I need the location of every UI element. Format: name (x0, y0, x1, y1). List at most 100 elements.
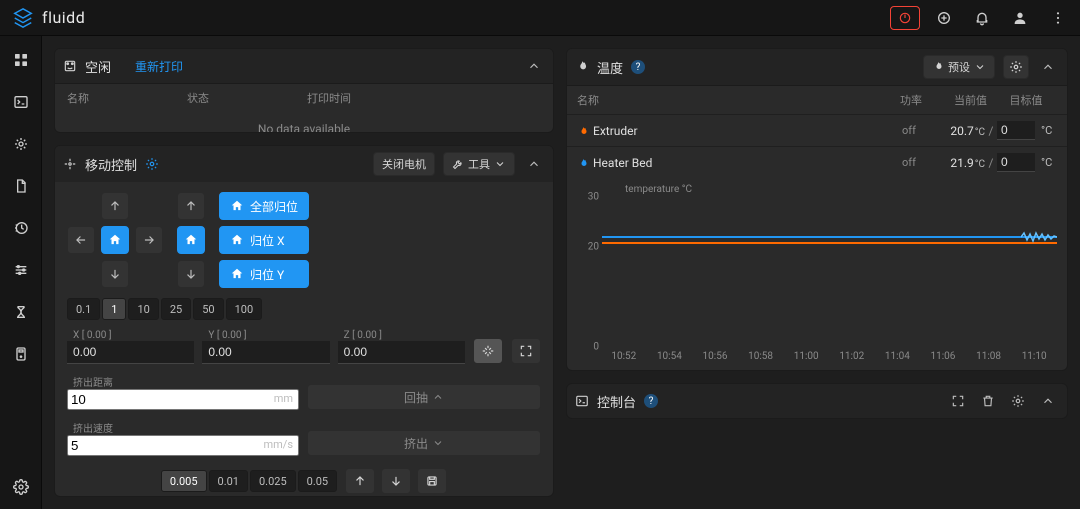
z-offset-down-button[interactable] (381, 468, 411, 494)
z-offset-buttons (345, 468, 447, 494)
home-y-button[interactable]: 归位 Y (219, 260, 309, 288)
sidebar-console[interactable] (7, 88, 35, 116)
z-offset-step-group: 0.005 0.01 0.025 0.05 (161, 470, 337, 492)
jog-x-minus[interactable] (67, 226, 95, 254)
sidebar-jobs[interactable] (7, 172, 35, 200)
jog-y-plus[interactable] (101, 192, 129, 220)
z-offset-up-button[interactable] (345, 468, 375, 494)
console-fullscreen-button[interactable] (947, 390, 969, 412)
jog-z-minus[interactable] (177, 260, 205, 288)
left-column: 空闲 重新打印 名称 状态 打印时间 No data available (54, 48, 554, 497)
sidebar-system[interactable] (7, 340, 35, 368)
motors-off-button[interactable]: 关闭电机 (373, 152, 435, 176)
temperature-chart: temperature °C 30 20 0 (567, 178, 1067, 370)
temp-target-input-0[interactable] (997, 121, 1035, 140)
temp-row-extruder: Extruder off 20.7°C / °C (567, 114, 1067, 146)
temp-name-1: Heater Bed (593, 156, 652, 170)
sidebar-tune[interactable] (7, 256, 35, 284)
temp-name-0: Extruder (593, 124, 638, 138)
zoff-chip-2[interactable]: 0.025 (250, 470, 296, 492)
home-z-button[interactable] (177, 226, 205, 254)
z-offset-row: 0.005 0.01 0.025 0.05 (67, 468, 541, 494)
dist-2[interactable]: 10 (128, 298, 158, 320)
top-actions (890, 6, 1072, 30)
sidebar-settings[interactable] (7, 473, 35, 501)
toolhead-title: 移动控制 (85, 155, 137, 174)
tools-dropdown[interactable]: 工具 (443, 152, 515, 176)
zoff-chip-3[interactable]: 0.05 (298, 470, 337, 492)
chart-y-axis: 30 20 0 (577, 197, 601, 347)
home-all-button[interactable]: 全部归位 (219, 192, 309, 220)
temp-power-0: off (891, 124, 927, 137)
zoff-chip-0[interactable]: 0.005 (161, 470, 207, 492)
chart-title: temperature °C (625, 184, 1057, 195)
console-settings-button[interactable] (1007, 390, 1029, 412)
temperature-panel: 温度 ? 预设 名称 功率 (566, 48, 1068, 371)
console-title: 控制台 (597, 392, 636, 411)
console-clear-button[interactable] (977, 390, 999, 412)
app-name: fluidd (42, 8, 85, 27)
jog-z-plus[interactable] (177, 192, 205, 220)
extrude-speed-unit: mm/s (263, 438, 293, 451)
temp-power-1: off (891, 156, 927, 169)
pos-z-field: Z [ 0.00 ] (338, 330, 465, 364)
extrude-button[interactable]: 挤出 (307, 430, 541, 456)
dist-3[interactable]: 25 (161, 298, 191, 320)
main: 空闲 重新打印 名称 状态 打印时间 No data available (42, 36, 1080, 509)
sidebar-dashboard[interactable] (7, 46, 35, 74)
fullscreen-button[interactable] (511, 338, 541, 364)
extrude-speed-field: 挤出速度 mm/s (67, 420, 299, 456)
right-column: 温度 ? 预设 名称 功率 (566, 48, 1068, 497)
bed-color-icon (577, 158, 587, 168)
temp-preset-dropdown[interactable]: 预设 (923, 55, 995, 79)
temp-settings-button[interactable] (1003, 55, 1029, 79)
chart-plot[interactable] (601, 197, 1057, 343)
overflow-menu-button[interactable] (1044, 6, 1072, 30)
position-row: X [ 0.00 ] Y [ 0.00 ] Z [ 0.00 ] (67, 330, 541, 364)
temp-row-bed: Heater Bed off 21.9°C / °C (567, 146, 1067, 178)
toolhead-config-icon[interactable] (145, 157, 159, 171)
sidebar-history[interactable] (7, 214, 35, 242)
toolhead-panel: 移动控制 关闭电机 工具 (54, 145, 554, 497)
zoff-chip-1[interactable]: 0.01 (209, 470, 248, 492)
pos-y-field: Y [ 0.00 ] (202, 330, 329, 364)
estop-button[interactable] (890, 6, 920, 30)
pos-y-input[interactable] (202, 341, 329, 364)
pos-x-field: X [ 0.00 ] (67, 330, 194, 364)
print-status-panel: 空闲 重新打印 名称 状态 打印时间 No data available (54, 48, 554, 133)
console-help-icon[interactable]: ? (644, 394, 658, 408)
upload-button[interactable] (930, 6, 958, 30)
reprint-link[interactable]: 重新打印 (135, 58, 183, 75)
dist-0[interactable]: 0.1 (67, 298, 100, 320)
pos-z-input[interactable] (338, 341, 465, 364)
extrude-speed-label: 挤出速度 (67, 420, 299, 435)
jog-distance-group: 0.1 1 10 25 50 100 (67, 298, 541, 320)
pos-x-input[interactable] (67, 341, 194, 364)
home-x-button[interactable]: 归位 X (219, 226, 309, 254)
extrude-length-input[interactable] (67, 389, 299, 410)
jog-y-minus[interactable] (101, 260, 129, 288)
console-icon (575, 394, 589, 408)
collapse-console-panel[interactable] (1037, 390, 1059, 412)
account-button[interactable] (1006, 6, 1034, 30)
extrude-speed-row: 挤出速度 mm/s 挤出 (67, 420, 541, 456)
home-buttons: 全部归位 归位 X 归位 Y (219, 192, 309, 288)
dist-1[interactable]: 1 (102, 298, 126, 320)
notifications-button[interactable] (968, 6, 996, 30)
home-xy-button[interactable] (101, 226, 129, 254)
sidebar-config[interactable] (7, 298, 35, 326)
col-status: 状态 (187, 90, 307, 106)
temp-target-input-1[interactable] (997, 153, 1035, 172)
z-offset-save-button[interactable] (417, 468, 447, 494)
position-mode-button[interactable] (473, 338, 503, 364)
dist-4[interactable]: 50 (193, 298, 223, 320)
collapse-print-panel[interactable] (523, 55, 545, 77)
collapse-toolhead-panel[interactable] (523, 153, 545, 175)
collapse-temp-panel[interactable] (1037, 56, 1059, 78)
retract-button[interactable]: 回抽 (307, 384, 541, 410)
jog-x-plus[interactable] (135, 226, 163, 254)
app-logo-icon (12, 7, 34, 29)
help-icon[interactable]: ? (631, 60, 645, 74)
sidebar-gcode-preview[interactable] (7, 130, 35, 158)
dist-5[interactable]: 100 (226, 298, 263, 320)
